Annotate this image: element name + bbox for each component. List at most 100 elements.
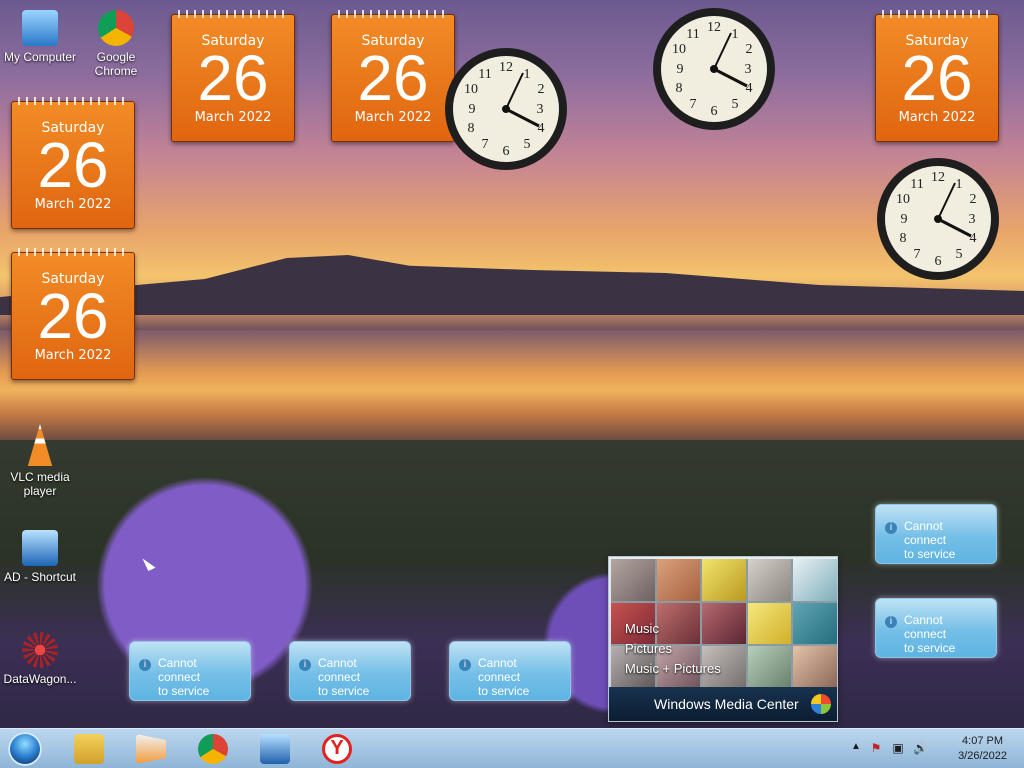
svg-text:11: 11 bbox=[686, 27, 699, 42]
desktop-icon-datawagon[interactable]: DataWagon... bbox=[0, 632, 80, 686]
svg-text:10: 10 bbox=[464, 82, 478, 97]
calendar-date: 26 bbox=[901, 42, 973, 114]
taskbar: Y ▲ ⚑ ▣ 🔊 4:07 PM 3/26/2022 bbox=[0, 728, 1024, 768]
calendar-gadget[interactable]: Saturday 26 March 2022 bbox=[331, 10, 455, 142]
svg-text:4: 4 bbox=[970, 231, 977, 246]
svg-text:7: 7 bbox=[482, 137, 489, 152]
calendar-date: 26 bbox=[197, 42, 269, 114]
desktop-icon-label: DataWagon... bbox=[3, 672, 77, 686]
service-error-gadget[interactable]: i Cannot connect to service bbox=[449, 641, 571, 701]
show-hidden-icons-icon[interactable]: ▲ bbox=[849, 741, 863, 755]
calendar-date: 26 bbox=[357, 42, 429, 114]
media-tile bbox=[747, 602, 792, 645]
service-error-text: Cannot connect to service bbox=[318, 656, 370, 698]
desktop-icon-label: AD - Shortcut bbox=[3, 570, 77, 584]
desktop-icon-vlc-media-player[interactable]: VLC media player bbox=[0, 424, 80, 498]
svg-text:7: 7 bbox=[914, 247, 921, 262]
datawagon-icon bbox=[22, 632, 58, 668]
svg-text:8: 8 bbox=[676, 81, 683, 96]
media-menu-pictures[interactable]: Pictures bbox=[625, 639, 721, 659]
service-error-text: Cannot connect to service bbox=[478, 656, 530, 698]
svg-text:12: 12 bbox=[499, 60, 513, 75]
volume-icon[interactable]: 🔊 bbox=[913, 741, 928, 755]
system-tray: ▲ ⚑ ▣ 🔊 4:07 PM 3/26/2022 bbox=[844, 729, 1024, 768]
calendar-gadget[interactable]: Saturday 26 March 2022 bbox=[11, 248, 135, 380]
info-icon: i bbox=[139, 659, 151, 671]
svg-text:3: 3 bbox=[537, 102, 544, 117]
tray-date: 3/26/2022 bbox=[958, 750, 1007, 762]
calendar-month: March 2022 bbox=[194, 110, 272, 125]
svg-text:1: 1 bbox=[956, 177, 963, 192]
clock-gadget[interactable]: 12 3 6 9 12 45 78 1011 bbox=[651, 6, 777, 132]
desktop-icon-google-chrome[interactable]: Google Chrome bbox=[76, 10, 156, 78]
svg-text:3: 3 bbox=[969, 212, 976, 227]
svg-text:1: 1 bbox=[524, 67, 531, 82]
tray-clock[interactable]: 4:07 PM 3/26/2022 bbox=[958, 734, 1007, 764]
yandex-icon[interactable]: Y bbox=[322, 734, 352, 764]
windows-media-center-gadget[interactable]: Music Pictures Music + Pictures Windows … bbox=[608, 556, 838, 722]
service-error-gadget[interactable]: i Cannot connect to service bbox=[129, 641, 251, 701]
calendar-date: 26 bbox=[37, 129, 109, 201]
info-icon: i bbox=[459, 659, 471, 671]
media-tile bbox=[611, 559, 655, 601]
computer-icon bbox=[22, 10, 58, 46]
media-center-menu: Music Pictures Music + Pictures bbox=[625, 619, 721, 679]
calendar-date: 26 bbox=[37, 280, 109, 352]
calendar-gadget[interactable]: Saturday 26 March 2022 bbox=[875, 10, 999, 142]
chrome-icon[interactable] bbox=[198, 734, 228, 764]
calendar-gadget[interactable]: Saturday 26 March 2022 bbox=[171, 10, 295, 142]
svg-text:9: 9 bbox=[469, 102, 476, 117]
media-player-icon[interactable] bbox=[136, 734, 166, 764]
desktop-icon-label: VLC media player bbox=[10, 470, 70, 498]
clock-gadget[interactable]: 12 3 6 9 12 45 78 1011 bbox=[443, 46, 569, 172]
svg-text:2: 2 bbox=[538, 82, 545, 97]
media-tile bbox=[747, 559, 792, 601]
wallpaper-hill bbox=[0, 255, 1024, 315]
media-tile bbox=[793, 602, 837, 645]
svg-text:5: 5 bbox=[732, 97, 739, 112]
desktop-icon-my-computer[interactable]: My Computer bbox=[0, 10, 80, 64]
clock-gadget[interactable]: 12 3 6 9 12 45 78 1011 bbox=[875, 156, 1001, 282]
media-tile bbox=[656, 559, 701, 601]
network-icon[interactable]: ▣ bbox=[891, 741, 905, 755]
svg-text:9: 9 bbox=[901, 212, 908, 227]
windows-logo-icon bbox=[811, 694, 831, 714]
svg-text:5: 5 bbox=[956, 247, 963, 262]
info-icon: i bbox=[885, 522, 897, 534]
service-error-gadget[interactable]: i Cannot connect to service bbox=[875, 504, 997, 564]
media-tile bbox=[793, 559, 837, 601]
service-error-gadget[interactable]: i Cannot connect to service bbox=[289, 641, 411, 701]
vlc-icon bbox=[27, 424, 53, 466]
svg-text:10: 10 bbox=[896, 192, 910, 207]
calendar-gadget[interactable]: Saturday 26 March 2022 bbox=[11, 97, 135, 229]
svg-text:6: 6 bbox=[503, 144, 510, 159]
media-tile bbox=[747, 646, 792, 688]
service-error-text: Cannot connect to service bbox=[904, 519, 956, 561]
info-icon: i bbox=[299, 659, 311, 671]
desktop-icon-label: Google Chrome bbox=[94, 50, 138, 78]
svg-text:8: 8 bbox=[900, 231, 907, 246]
svg-text:6: 6 bbox=[711, 104, 718, 119]
media-menu-music-pictures[interactable]: Music + Pictures bbox=[625, 659, 721, 679]
action-center-icon[interactable]: ⚑ bbox=[869, 741, 883, 755]
svg-text:2: 2 bbox=[970, 192, 977, 207]
chrome-icon bbox=[98, 10, 134, 46]
svg-text:11: 11 bbox=[910, 177, 923, 192]
remote-desktop-icon[interactable] bbox=[260, 734, 290, 764]
service-error-gadget[interactable]: i Cannot connect to service bbox=[875, 598, 997, 658]
calendar-month: March 2022 bbox=[354, 110, 432, 125]
media-center-footer[interactable]: Windows Media Center bbox=[609, 687, 837, 721]
svg-text:4: 4 bbox=[746, 81, 753, 96]
tray-time: 4:07 PM bbox=[962, 735, 1004, 747]
desktop-icon-ad-shortcut[interactable]: AD - Shortcut bbox=[0, 530, 80, 584]
service-error-text: Cannot connect to service bbox=[158, 656, 210, 698]
svg-text:4: 4 bbox=[538, 121, 545, 136]
media-menu-music[interactable]: Music bbox=[625, 619, 721, 639]
svg-text:1: 1 bbox=[732, 27, 739, 42]
start-button[interactable] bbox=[8, 732, 42, 766]
explorer-icon[interactable] bbox=[74, 734, 104, 764]
wallpaper-lake bbox=[0, 330, 1024, 450]
svg-text:8: 8 bbox=[468, 121, 475, 136]
media-tile bbox=[793, 646, 837, 688]
svg-text:7: 7 bbox=[690, 97, 697, 112]
